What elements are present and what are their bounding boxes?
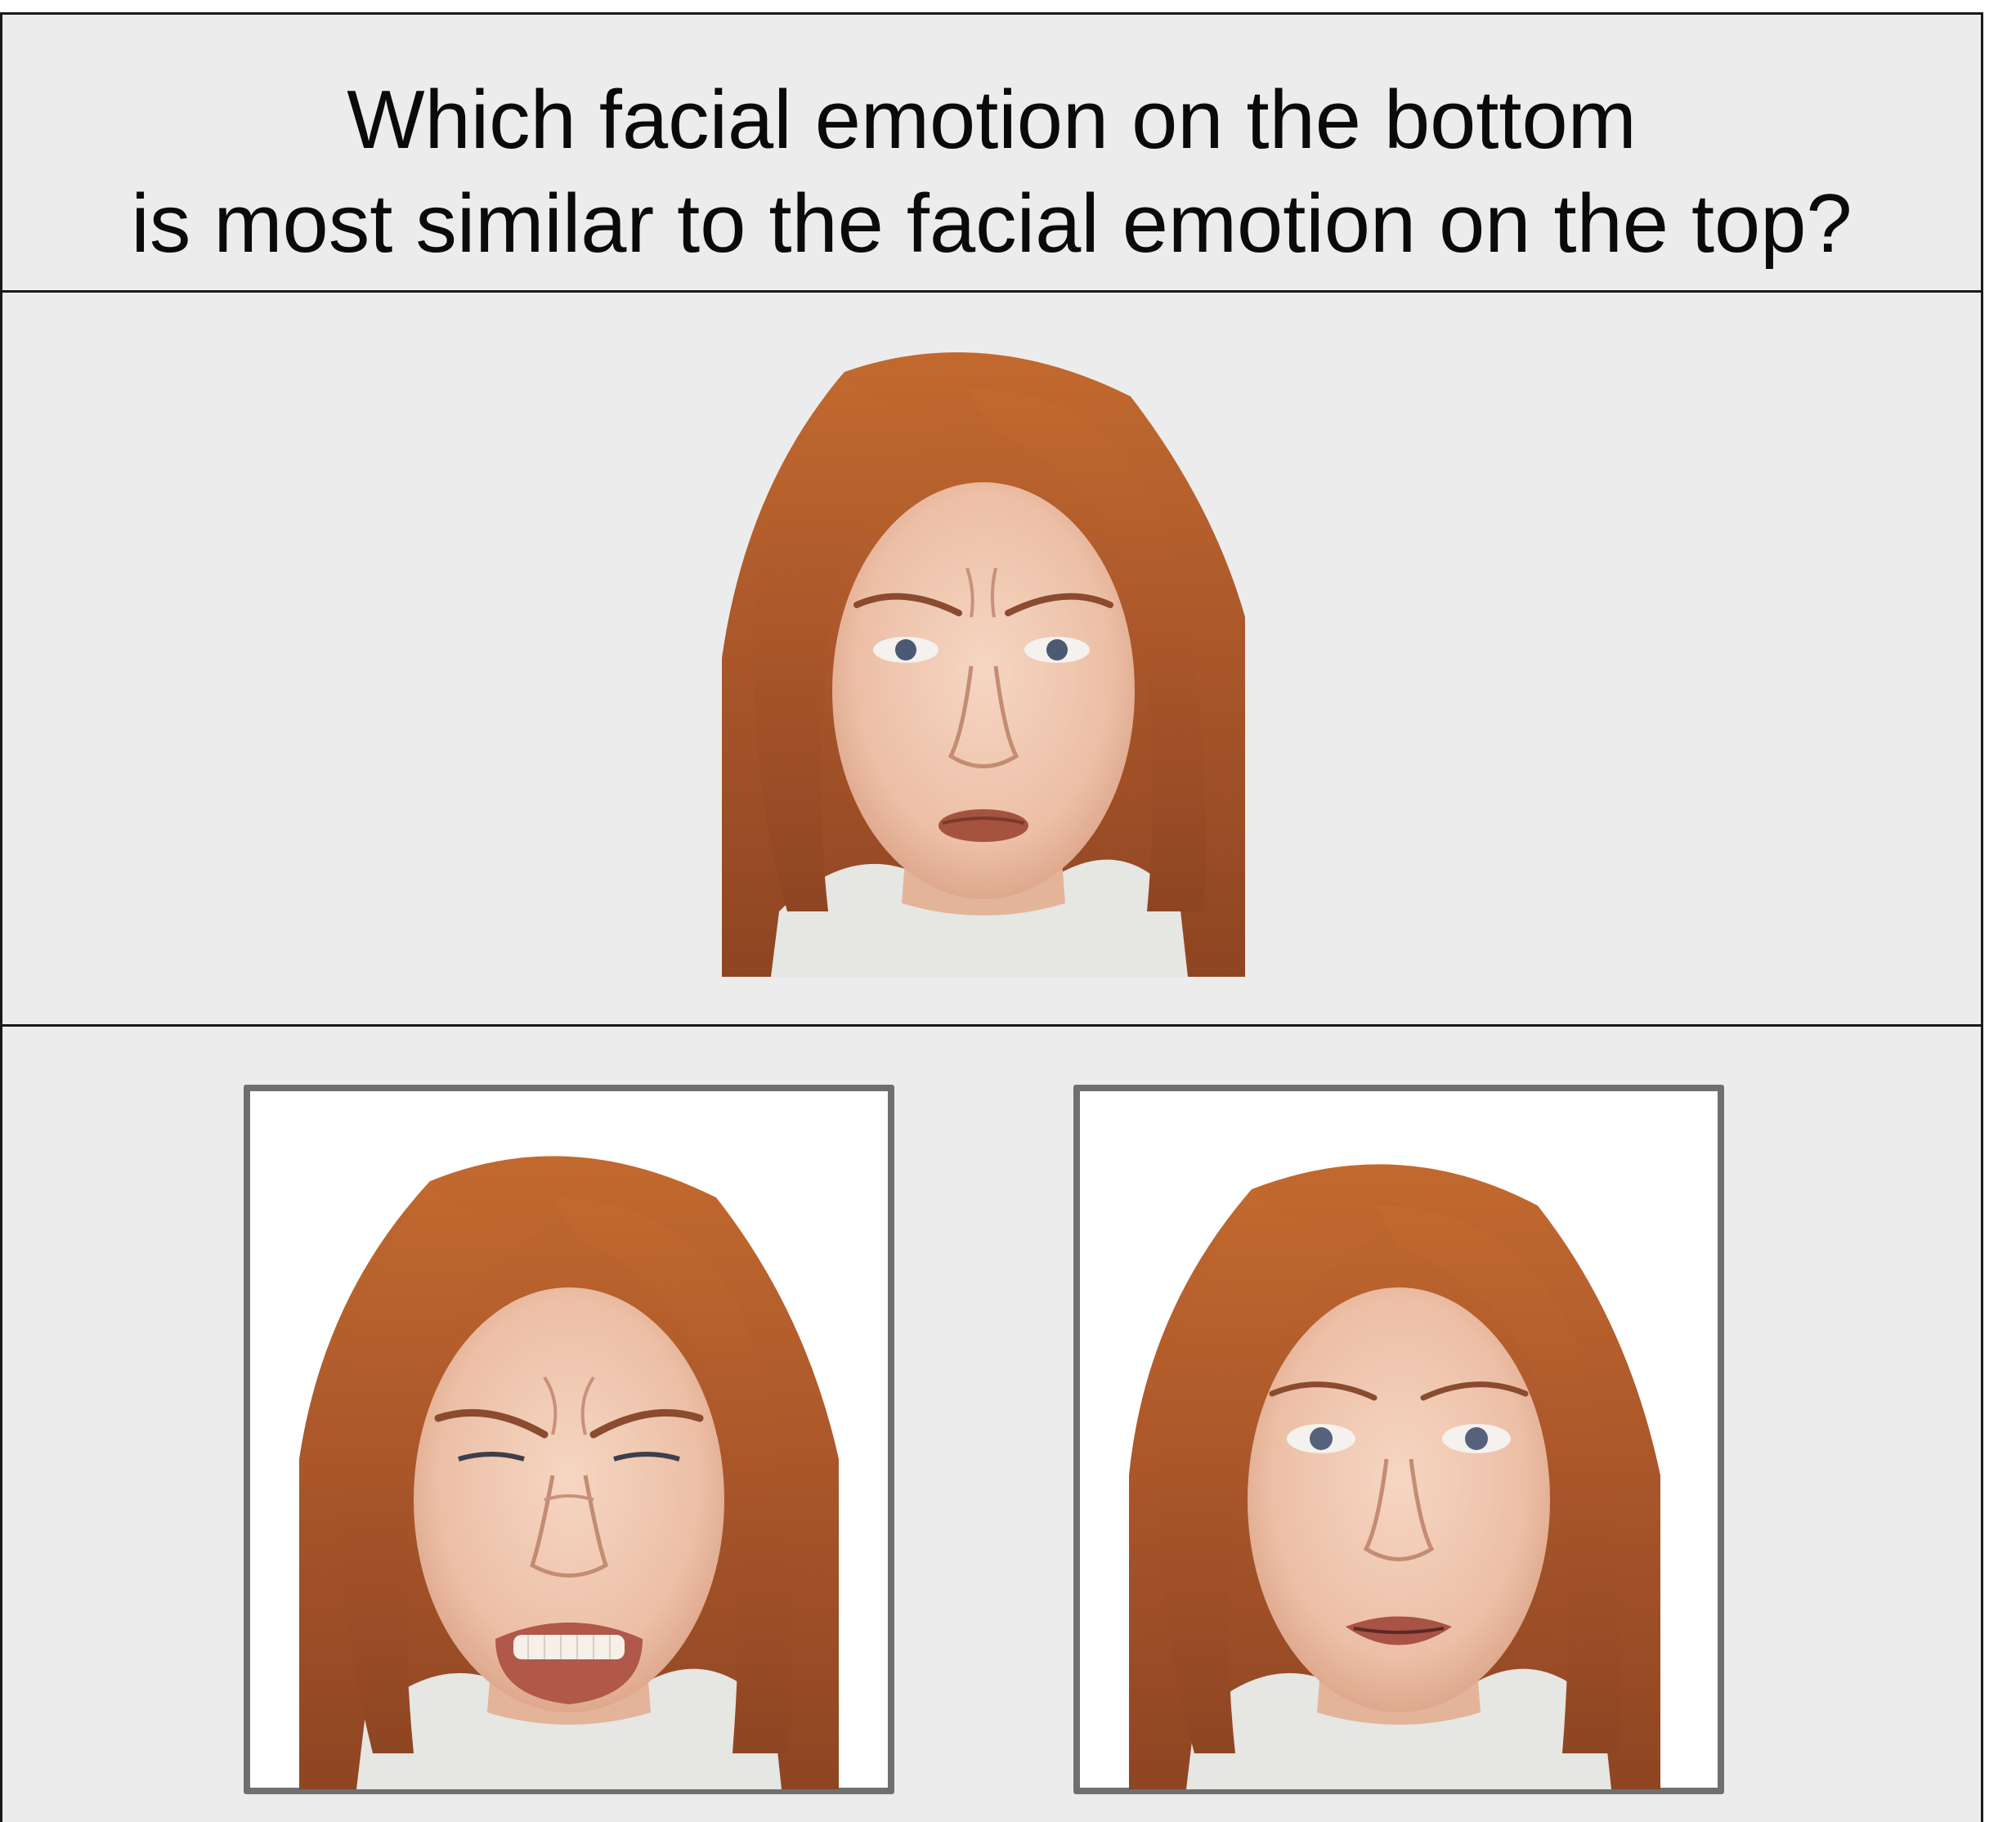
option-card-1[interactable] — [244, 1085, 894, 1794]
question-prompt: Which facial emotion on the bottom is mo… — [2, 69, 1981, 276]
option-2-face-image — [1129, 1164, 1660, 1789]
option-card-2[interactable] — [1073, 1085, 1724, 1794]
options-panel — [2, 1027, 1981, 1822]
question-line-2: is most similar to the facial emotion on… — [131, 178, 1852, 270]
target-panel — [2, 293, 1981, 1027]
option-1-face-image — [299, 1156, 839, 1789]
question-line-1: Which facial emotion on the bottom — [347, 74, 1637, 166]
target-face-image — [722, 352, 1245, 977]
question-panel: Which facial emotion on the bottom is mo… — [2, 15, 1981, 293]
task-frame: Which facial emotion on the bottom is mo… — [0, 12, 1983, 1822]
